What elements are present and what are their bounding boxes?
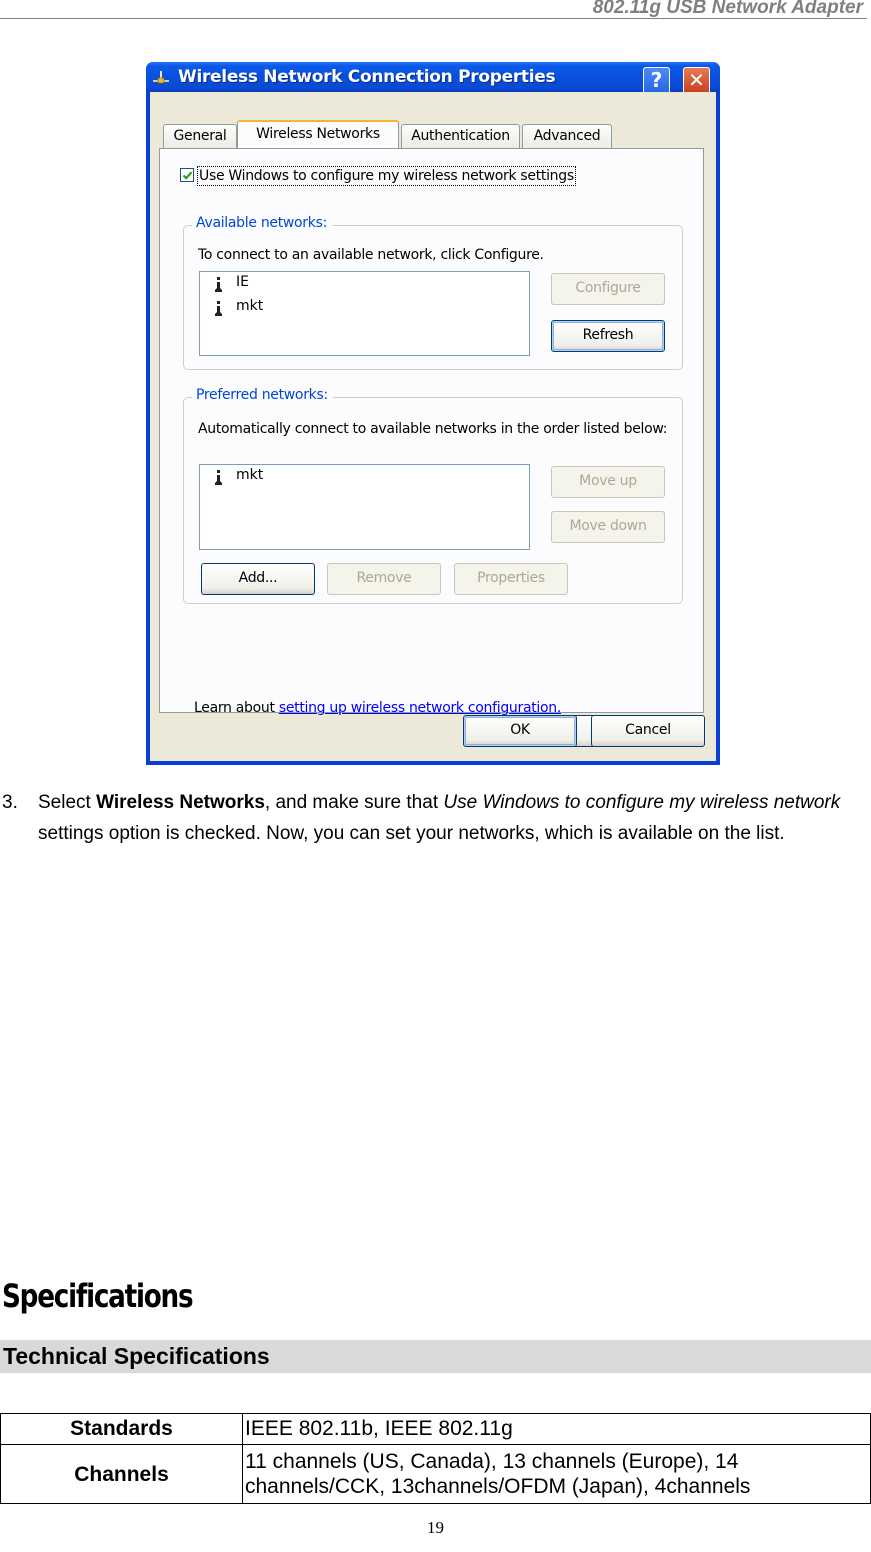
tab-general[interactable]: General: [163, 124, 237, 148]
properties-dialog: Wireless Network Connection Properties ?…: [146, 62, 720, 765]
list-item[interactable]: mkt: [200, 465, 529, 489]
section-title: Specifications: [2, 1277, 194, 1315]
network-name: mkt: [236, 467, 264, 483]
cancel-button[interactable]: Cancel: [591, 715, 705, 747]
learn-about-prefix: Learn about: [194, 700, 279, 716]
close-button[interactable]: ✕: [683, 67, 710, 94]
dialog-title: Wireless Network Connection Properties: [178, 67, 556, 87]
checkmark-icon: [182, 171, 193, 180]
list-item[interactable]: mkt: [200, 296, 529, 320]
tab-advanced[interactable]: Advanced: [522, 124, 612, 148]
wireless-antenna-icon: [215, 301, 222, 316]
spec-value: IEEE 802.11b, IEEE 802.11g: [242, 1413, 871, 1445]
subsection-bar: Technical Specifications: [0, 1340, 871, 1373]
step-text: Select Wireless Networks, and make sure …: [38, 787, 868, 849]
spec-label: Standards: [0, 1413, 243, 1445]
table-row: Standards IEEE 802.11b, IEEE 802.11g: [0, 1413, 871, 1445]
table-row: Channels 11 channels (US, Canada), 13 ch…: [0, 1444, 871, 1504]
available-networks-legend: Available networks:: [192, 215, 332, 231]
configure-button[interactable]: Configure: [551, 273, 665, 305]
close-icon: ✕: [688, 68, 705, 92]
setup-wireless-link[interactable]: setting up wireless network configuratio…: [279, 700, 561, 716]
page-number: 19: [427, 1518, 444, 1537]
step-number: 3.: [2, 792, 18, 813]
step-text-1: Select: [38, 792, 97, 813]
dialog-titlebar[interactable]: Wireless Network Connection Properties ?…: [146, 62, 720, 94]
preferred-networks-description: Automatically connect to available netwo…: [198, 421, 668, 437]
move-up-button[interactable]: Move up: [551, 466, 665, 498]
tab-authentication[interactable]: Authentication: [401, 124, 520, 148]
move-down-button[interactable]: Move down: [551, 511, 665, 543]
network-name: IE: [236, 274, 249, 290]
step-italic: Use Windows to configure my wireless net…: [443, 792, 841, 813]
spec-value: 11 channels (US, Canada), 13 channels (E…: [242, 1444, 871, 1504]
available-networks-group: Available networks: To connect to an ava…: [183, 215, 683, 370]
tab-wireless-networks[interactable]: Wireless Networks: [237, 120, 399, 148]
help-button[interactable]: ?: [643, 67, 670, 94]
available-networks-list[interactable]: IE mkt: [199, 271, 530, 356]
page-header-title: 802.11g USB Network Adapter: [592, 0, 863, 18]
wireless-networks-panel: Use Windows to configure my wireless net…: [159, 148, 704, 747]
add-button[interactable]: Add...: [201, 563, 315, 595]
dialog-client-area: General Wireless Networks Authentication…: [150, 92, 716, 761]
step-bold: Wireless Networks: [96, 792, 265, 813]
step-text-3: settings option is checked. Now, you can…: [38, 823, 785, 844]
spec-table: Standards IEEE 802.11b, IEEE 802.11g Cha…: [0, 1413, 871, 1504]
network-name: mkt: [236, 298, 264, 314]
preferred-networks-group: Preferred networks: Automatically connec…: [183, 387, 683, 604]
subsection-title: Technical Specifications: [3, 1343, 270, 1369]
use-windows-checkbox[interactable]: [180, 168, 194, 182]
preferred-networks-list[interactable]: mkt: [199, 464, 530, 550]
wireless-antenna-icon: [215, 470, 222, 485]
refresh-button[interactable]: Refresh: [551, 320, 665, 352]
properties-button[interactable]: Properties: [454, 563, 568, 595]
wireless-antenna-icon: [215, 277, 222, 292]
step-text-2: , and make sure that: [264, 792, 444, 813]
remove-button[interactable]: Remove: [327, 563, 441, 595]
list-item[interactable]: IE: [200, 272, 529, 296]
help-icon: ?: [650, 68, 663, 92]
preferred-networks-legend: Preferred networks:: [192, 387, 333, 403]
available-networks-description: To connect to an available network, clic…: [198, 247, 544, 263]
ok-button[interactable]: OK: [463, 715, 577, 747]
page-header: 802.11g USB Network Adapter: [0, 0, 867, 19]
use-windows-checkbox-label: Use Windows to configure my wireless net…: [197, 166, 576, 186]
spec-label: Channels: [0, 1444, 243, 1504]
network-connection-icon: [153, 71, 169, 84]
